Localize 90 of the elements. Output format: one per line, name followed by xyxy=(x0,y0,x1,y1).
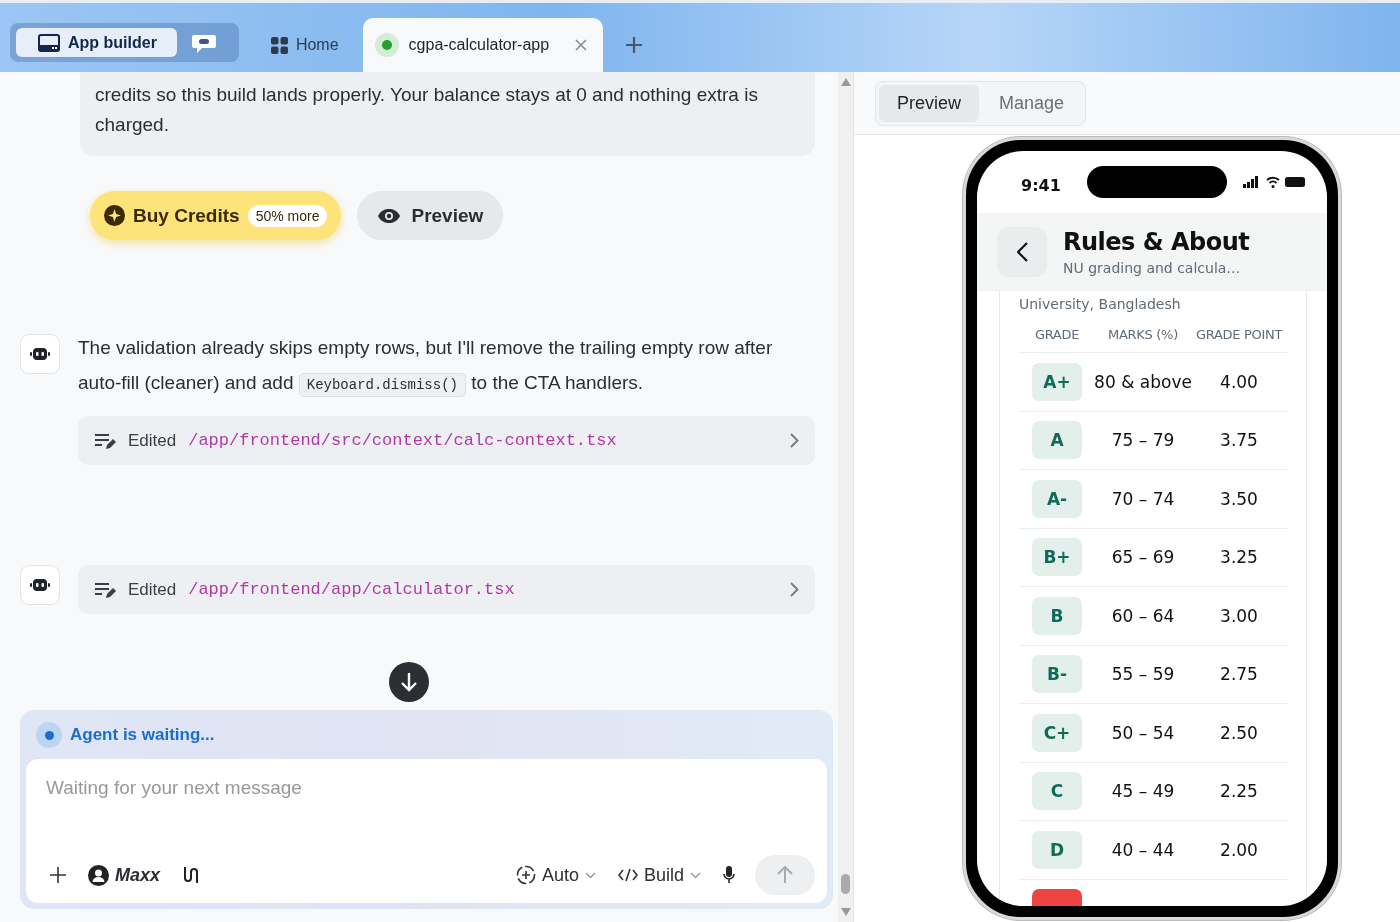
build-dropdown[interactable]: Build xyxy=(617,864,701,886)
grade-point-cell: 2.00 xyxy=(1220,839,1258,860)
screen-subtitle: NU grading and calcula… xyxy=(1063,259,1242,276)
marks-cell: 65 – 69 xyxy=(1111,547,1175,568)
chevron-left-icon xyxy=(1016,241,1028,262)
preview-button[interactable]: Preview xyxy=(357,191,504,240)
agent-selector[interactable]: Maxx xyxy=(88,864,161,886)
code-icon xyxy=(617,868,638,882)
sparkle-icon xyxy=(104,205,125,226)
grade-badge: A xyxy=(1032,421,1082,460)
grade-badge: A+ xyxy=(1032,362,1082,401)
wifi-icon xyxy=(1266,176,1280,188)
marks-cell: 70 – 74 xyxy=(1111,488,1175,509)
marks-cell: 50 – 54 xyxy=(1111,722,1175,743)
grade-badge: A- xyxy=(1032,479,1082,518)
chevron-down-icon xyxy=(584,871,596,879)
robot-icon xyxy=(30,577,50,593)
grade-badge: B- xyxy=(1032,655,1082,694)
discount-badge: 50% more xyxy=(247,204,328,227)
marks-cell: 55 – 59 xyxy=(1111,664,1175,685)
grade-badge: B+ xyxy=(1032,538,1082,577)
grade-point-cell: 3.75 xyxy=(1220,430,1258,451)
grid-icon xyxy=(270,36,288,54)
robot-icon xyxy=(30,346,50,362)
monitor-icon xyxy=(38,33,60,52)
file-path: /app/frontend/src/context/calc-context.tsx xyxy=(188,431,617,450)
status-dot-icon xyxy=(36,722,62,748)
file-path: /app/frontend/app/calculator.tsx xyxy=(188,580,515,599)
scroll-up-icon[interactable] xyxy=(840,78,851,86)
grade-badge: D xyxy=(1032,830,1082,869)
scroll-down-icon[interactable] xyxy=(840,908,851,916)
marks-cell: 75 – 79 xyxy=(1111,430,1175,451)
edited-file-row[interactable]: Edited /app/frontend/app/calculator.tsx xyxy=(78,565,815,614)
scroll-down-button[interactable] xyxy=(389,662,429,702)
edit-label: Edited xyxy=(128,579,177,600)
grade-point-cell: 3.00 xyxy=(1220,605,1258,626)
grade-point-cell: 2.25 xyxy=(1220,781,1258,802)
column-header: GRADE POINT xyxy=(1195,326,1283,344)
grade-point-cell: 2.50 xyxy=(1220,722,1258,743)
arrow-up-icon xyxy=(777,866,793,884)
browser-tab[interactable]: cgpa-calculator-app xyxy=(362,18,604,72)
close-icon[interactable] xyxy=(575,39,588,51)
plus-icon[interactable] xyxy=(50,867,66,883)
intro-text: University, Bangladesh xyxy=(1019,295,1182,313)
grade-point-cell: 2.75 xyxy=(1220,664,1258,685)
grade-badge: C+ xyxy=(1032,713,1082,752)
add-tab-icon[interactable] xyxy=(625,36,644,54)
eye-icon xyxy=(377,207,402,224)
chevron-right-icon xyxy=(790,582,799,597)
message-text: The validation already skips empty rows, but I'll remove the trailing empty row after auto-fill (cleaner) and add Keyboard.dismiss() to the CTA handlers. xyxy=(78,330,815,400)
edited-file-row[interactable]: Edited /app/frontend/src/context/calc-context.tsx xyxy=(78,416,815,465)
scrollbar[interactable] xyxy=(838,72,854,922)
column-header: GRADE xyxy=(1034,326,1080,344)
chevron-down-icon xyxy=(690,871,701,879)
auto-dropdown[interactable]: Auto xyxy=(515,864,596,886)
status-time: 9:41 xyxy=(1021,175,1061,195)
edit-list-icon xyxy=(94,431,116,450)
edit-list-icon xyxy=(94,580,116,599)
app-builder-tab[interactable]: App builder xyxy=(16,28,177,57)
grade-badge: B xyxy=(1032,596,1082,635)
view-tab[interactable]: Manage xyxy=(981,84,1083,122)
marks-cell: 60 – 64 xyxy=(1111,605,1175,626)
view-tab[interactable]: Preview xyxy=(879,84,980,122)
message-text: credits so this build lands properly. Your balance stays at 0 and nothing extra is charged. xyxy=(80,72,815,156)
signal-icon xyxy=(1243,176,1258,188)
back-button[interactable] xyxy=(997,226,1047,277)
marks-cell: 40 – 44 xyxy=(1111,839,1175,860)
microphone-icon[interactable] xyxy=(723,866,735,884)
grade-point-cell: 3.50 xyxy=(1220,488,1258,509)
grade-point-cell: 4.00 xyxy=(1220,371,1258,392)
browser-tab[interactable]: Home xyxy=(254,18,355,72)
arrow-down-icon xyxy=(400,672,418,692)
column-header: MARKS (%) xyxy=(1108,326,1178,344)
message-field[interactable]: Waiting for your next message Maxx Auto Build xyxy=(26,759,827,903)
screen-title: Rules & About xyxy=(1063,227,1250,256)
grade-point-cell: 3.25 xyxy=(1220,547,1258,568)
branch-icon[interactable] xyxy=(182,866,199,884)
battery-icon xyxy=(1285,177,1305,187)
marks-cell: 80 & above xyxy=(1094,371,1192,392)
grade-badge: C xyxy=(1032,772,1082,811)
buy-credits-button[interactable]: Buy Credits 50% more xyxy=(90,191,342,240)
scroll-thumb[interactable] xyxy=(841,874,850,894)
status-dot-icon xyxy=(374,33,399,57)
edit-label: Edited xyxy=(128,430,177,451)
agent-status: Agent is waiting... xyxy=(70,725,215,745)
chevron-right-icon xyxy=(790,433,799,448)
send-button[interactable] xyxy=(755,855,815,895)
sparkle-cycle-icon xyxy=(515,865,536,885)
user-circle-icon xyxy=(88,864,109,886)
marks-cell: 45 – 49 xyxy=(1111,781,1175,802)
